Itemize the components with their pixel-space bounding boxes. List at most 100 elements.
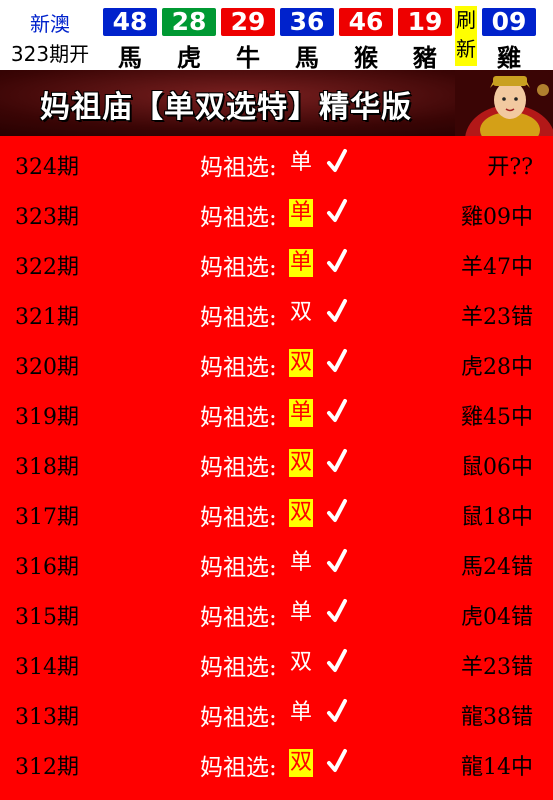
site-name: 新澳 bbox=[30, 12, 70, 36]
ball-number: 29 bbox=[221, 8, 275, 36]
result-value: 鼠18中 bbox=[461, 505, 533, 530]
prediction-row: 313期 妈祖选: 单 龍38错 bbox=[0, 687, 553, 737]
check-icon bbox=[327, 449, 347, 472]
pick-value: 单 bbox=[289, 399, 314, 427]
check-icon bbox=[327, 349, 347, 372]
prediction-row: 323期 妈祖选: 单 雞09中 bbox=[0, 187, 553, 237]
prediction-row: 318期 妈祖选: 双 鼠06中 bbox=[0, 437, 553, 487]
prediction-row: 312期 妈祖选: 双 龍14中 bbox=[0, 737, 553, 787]
issue-label: 323期开 bbox=[10, 42, 90, 66]
check-icon bbox=[327, 699, 347, 722]
ball-zodiac: 牛 bbox=[236, 44, 260, 72]
banner: 妈祖庙【单双选特】精华版 bbox=[0, 70, 553, 136]
ball-number: 19 bbox=[398, 8, 452, 36]
check-icon bbox=[327, 749, 347, 772]
prediction-row: 317期 妈祖选: 双 鼠18中 bbox=[0, 487, 553, 537]
ball-zodiac: 虎 bbox=[177, 44, 201, 72]
period-label: 313期 bbox=[15, 705, 79, 730]
lottery-ball: 36 馬 bbox=[278, 6, 336, 72]
pick-value: 单 bbox=[289, 199, 314, 227]
prediction-row: 320期 妈祖选: 双 虎28中 bbox=[0, 337, 553, 387]
period-label: 321期 bbox=[15, 305, 79, 330]
refresh-label-top: 刷 bbox=[456, 8, 476, 32]
prediction-row: 316期 妈祖选: 单 馬24错 bbox=[0, 537, 553, 587]
check-icon bbox=[327, 599, 347, 622]
banner-title: 妈祖庙【单双选特】精华版 bbox=[40, 90, 412, 125]
ball-zodiac: 馬 bbox=[295, 44, 319, 72]
period-label: 324期 bbox=[15, 155, 79, 180]
pick-label: 妈祖选: bbox=[200, 555, 277, 581]
period-label: 315期 bbox=[15, 605, 79, 630]
pick-value: 双 bbox=[289, 749, 314, 777]
lottery-ball: 46 猴 bbox=[337, 6, 395, 72]
pick-label: 妈祖选: bbox=[200, 305, 277, 331]
result-value: 羊47中 bbox=[461, 255, 533, 280]
ball-zodiac: 豬 bbox=[413, 44, 437, 72]
pick-label: 妈祖选: bbox=[200, 255, 277, 281]
pick-value: 单 bbox=[290, 600, 313, 625]
result-value: 羊23错 bbox=[461, 655, 533, 680]
period-label: 323期 bbox=[15, 205, 79, 230]
ball-number: 48 bbox=[103, 8, 157, 36]
prediction-row: 321期 妈祖选: 双 羊23错 bbox=[0, 287, 553, 337]
pick-value: 双 bbox=[289, 349, 314, 377]
check-icon bbox=[327, 199, 347, 222]
pick-label: 妈祖选: bbox=[200, 155, 277, 181]
result-value: 鼠06中 bbox=[461, 455, 533, 480]
check-icon bbox=[327, 149, 347, 172]
mazu-statue-image bbox=[455, 70, 553, 136]
pick-label: 妈祖选: bbox=[200, 605, 277, 631]
check-icon bbox=[327, 499, 347, 522]
result-value: 虎28中 bbox=[461, 355, 533, 380]
lottery-ball: 29 牛 bbox=[219, 6, 277, 72]
pick-value: 单 bbox=[289, 249, 314, 277]
result-value: 龍14中 bbox=[461, 755, 533, 780]
ball-number: 09 bbox=[482, 8, 536, 36]
pick-label: 妈祖选: bbox=[200, 455, 277, 481]
pick-label: 妈祖选: bbox=[200, 505, 277, 531]
pick-label: 妈祖选: bbox=[200, 205, 277, 231]
site-info: 新澳 323期开 bbox=[0, 0, 100, 70]
lottery-ball: 48 馬 bbox=[101, 6, 159, 72]
lottery-ball: 09 雞 bbox=[480, 6, 538, 72]
prediction-row: 324期 妈祖选: 单 开?? bbox=[0, 137, 553, 187]
period-label: 319期 bbox=[15, 405, 79, 430]
ball-zodiac: 馬 bbox=[118, 44, 142, 72]
pick-label: 妈祖选: bbox=[200, 705, 277, 731]
pick-value: 单 bbox=[290, 550, 313, 575]
ball-zodiac: 雞 bbox=[497, 44, 521, 72]
period-label: 314期 bbox=[15, 655, 79, 680]
result-value: 羊23错 bbox=[461, 305, 533, 330]
lottery-ball: 28 虎 bbox=[160, 6, 218, 72]
result-value: 虎04错 bbox=[461, 605, 533, 630]
ball-number: 46 bbox=[339, 8, 393, 36]
ball-number: 28 bbox=[162, 8, 216, 36]
period-label: 316期 bbox=[15, 555, 79, 580]
check-icon bbox=[327, 399, 347, 422]
ball-number: 36 bbox=[280, 8, 334, 36]
result-value: 雞45中 bbox=[461, 405, 533, 430]
pick-label: 妈祖选: bbox=[200, 405, 277, 431]
period-label: 320期 bbox=[15, 355, 79, 380]
refresh-label-bottom: 新 bbox=[456, 37, 476, 61]
period-label: 317期 bbox=[15, 505, 79, 530]
period-label: 322期 bbox=[15, 255, 79, 280]
pick-value: 双 bbox=[289, 449, 314, 477]
prediction-row: 315期 妈祖选: 单 虎04错 bbox=[0, 587, 553, 637]
check-icon bbox=[327, 649, 347, 672]
draw-result-bar: 新澳 323期开 48 馬 28 虎 29 牛 36 馬 46 猴 19 豬 09 雞 刷 新 bbox=[0, 0, 553, 72]
pick-value: 单 bbox=[290, 700, 313, 725]
check-icon bbox=[327, 549, 347, 572]
pick-value: 单 bbox=[290, 150, 313, 175]
pick-value: 双 bbox=[290, 300, 313, 325]
period-label: 312期 bbox=[15, 755, 79, 780]
ball-zodiac: 猴 bbox=[354, 44, 378, 72]
result-value: 龍38错 bbox=[461, 705, 533, 730]
result-value: 馬24错 bbox=[461, 555, 533, 580]
refresh-button[interactable]: 刷 新 bbox=[455, 6, 477, 66]
prediction-row: 319期 妈祖选: 单 雞45中 bbox=[0, 387, 553, 437]
pick-label: 妈祖选: bbox=[200, 355, 277, 381]
prediction-row: 314期 妈祖选: 双 羊23错 bbox=[0, 637, 553, 687]
pick-label: 妈祖选: bbox=[200, 755, 277, 781]
pick-label: 妈祖选: bbox=[200, 655, 277, 681]
